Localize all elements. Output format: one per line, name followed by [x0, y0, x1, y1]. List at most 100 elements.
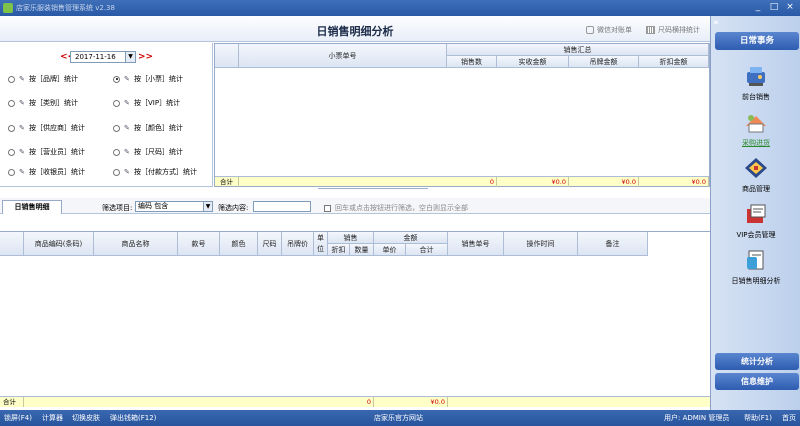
filter-field-select[interactable]: 编码 包含 ▼ — [135, 201, 213, 212]
next-day-button[interactable]: >> — [138, 52, 153, 62]
radio[interactable] — [113, 168, 120, 176]
col-header[interactable]: 实收金额 — [497, 56, 569, 68]
radio[interactable] — [113, 99, 120, 107]
col-header[interactable]: 小票单号 — [239, 44, 447, 68]
col-header[interactable]: 商品编码(条码) — [24, 232, 94, 256]
col-header[interactable]: 备注 — [578, 232, 648, 256]
pen-icon: ✎ — [19, 168, 25, 176]
row-header-corner — [0, 232, 24, 256]
col-header[interactable]: 款号 — [178, 232, 220, 256]
total-discount: ¥0.0 — [639, 177, 709, 187]
detail-grid[interactable]: 商品编码(条码) 商品名称 款号 颜色 尺码 吊牌价 单位 销售 折扣 数量 金… — [0, 231, 710, 411]
col-header[interactable]: 销售数 — [447, 56, 497, 68]
col-header[interactable]: 单价 — [374, 244, 406, 256]
window-title: 店家乐服装销售管理系统 v2.38 — [16, 4, 115, 12]
col-header[interactable]: 数量 — [350, 244, 374, 256]
pos-icon — [747, 67, 765, 86]
pen-icon: ✎ — [124, 124, 130, 132]
col-header[interactable]: 操作时间 — [504, 232, 578, 256]
sidebar-item-product[interactable]: 商品管理 — [713, 155, 799, 199]
col-header[interactable]: 尺码 — [258, 232, 282, 256]
radio[interactable] — [8, 75, 15, 83]
cash-drawer-button[interactable]: 弹出钱箱(F12) — [110, 410, 156, 426]
option-supplier[interactable]: ✎ 按［供应商］统计 — [8, 123, 85, 133]
pen-icon: ✎ — [124, 75, 130, 83]
option-vip[interactable]: ✎ 按［VIP］统计 — [113, 98, 180, 108]
sidebar-item-daily-report[interactable]: 日销售明细分析 — [713, 247, 799, 291]
col-header[interactable]: 吊牌价 — [282, 232, 314, 256]
total-row: 合计 0 ¥0.0 ¥0.0 ¥0.0 — [215, 176, 709, 187]
official-site-link[interactable]: 店家乐官方网站 — [374, 410, 423, 426]
pen-icon: ✎ — [124, 99, 130, 107]
radio[interactable] — [113, 124, 120, 132]
barcode-icon — [646, 26, 655, 34]
sidebar-item-vip[interactable]: VIP会员管理 — [713, 201, 799, 245]
filter-checkbox[interactable] — [324, 204, 331, 212]
detail-total-row: 合计 0 ¥0.0 — [0, 396, 710, 407]
maximize-button[interactable]: □ — [768, 2, 780, 13]
option-brand[interactable]: ✎ 按［品牌］统计 — [8, 74, 78, 84]
option-salesperson[interactable]: ✎ 按［营业员］统计 — [8, 147, 85, 157]
status-bar: 锁屏(F4) 计算器 切换皮肤 弹出钱箱(F12) 店家乐官方网站 用户: AD… — [0, 410, 800, 426]
col-header[interactable]: 单位 — [314, 232, 328, 256]
total-qty: 0 — [350, 397, 374, 407]
col-header[interactable]: 销售单号 — [448, 232, 504, 256]
sidebar-item-purchase[interactable]: 采购进货 — [713, 109, 799, 153]
title-bar: 店家乐服装销售管理系统 v2.38 _ □ × — [0, 0, 800, 16]
pen-icon: ✎ — [19, 75, 25, 83]
filter-content-input[interactable] — [253, 201, 311, 212]
option-category[interactable]: ✎ 按［类别］统计 — [8, 98, 78, 108]
col-group-header: 销售汇总 — [447, 44, 709, 56]
date-picker[interactable]: 2017-11-16 ▼ — [70, 51, 136, 63]
report-icon — [747, 250, 764, 270]
col-header[interactable]: 合计 — [406, 244, 448, 256]
chevron-down-icon: ▼ — [203, 202, 212, 211]
option-ticket[interactable]: ✎ 按［小票］统计 — [113, 74, 183, 84]
total-label: 合计 — [215, 177, 239, 187]
row-header-corner — [215, 44, 239, 68]
col-header[interactable]: 商品名称 — [94, 232, 178, 256]
tab-daily-detail[interactable]: 日销售明细 — [2, 200, 62, 214]
col-header[interactable]: 颜色 — [220, 232, 258, 256]
page-header: 日销售明细分析 微信对账单 尺码横排统计 — [0, 16, 710, 42]
sidebar-item-pos[interactable]: 前台销售 — [713, 63, 799, 107]
size-stat-link[interactable]: 尺码横排统计 — [646, 25, 700, 35]
total-qty: 0 — [447, 177, 497, 187]
sidebar-section-statistics[interactable]: 统计分析 — [715, 353, 799, 370]
radio[interactable] — [113, 148, 120, 156]
purchase-icon — [746, 115, 766, 133]
minimize-button[interactable]: _ — [752, 2, 764, 13]
summary-grid[interactable]: 小票单号 销售汇总 销售数 实收金额 吊牌金额 折扣金额 合计 0 ¥0.0 ¥… — [214, 43, 710, 187]
radio[interactable] — [8, 99, 15, 107]
radio[interactable] — [8, 148, 15, 156]
option-cashier[interactable]: ✎ 按［收银员］统计 — [8, 167, 85, 177]
switch-skin-button[interactable]: 切换皮肤 — [72, 410, 100, 426]
radio[interactable] — [8, 168, 15, 176]
col-group-header: 金额 — [374, 232, 448, 244]
product-icon — [745, 158, 767, 178]
total-amount: ¥0.0 — [406, 397, 448, 407]
option-size[interactable]: ✎ 按［尺码］统计 — [113, 147, 183, 157]
pen-icon: ✎ — [124, 148, 130, 156]
col-group-header: 销售 — [328, 232, 374, 244]
radio[interactable] — [8, 124, 15, 132]
close-button[interactable]: × — [784, 2, 796, 13]
option-color[interactable]: ✎ 按［颜色］统计 — [113, 123, 183, 133]
option-payment[interactable]: ✎ 按［付款方式］统计 — [113, 167, 197, 177]
lock-screen-button[interactable]: 锁屏(F4) — [4, 410, 32, 426]
help-button[interactable]: 帮助(F1) — [744, 410, 772, 426]
current-user: 用户: ADMIN 管理员 — [664, 414, 730, 422]
radio[interactable] — [113, 75, 120, 83]
sidebar-section-maintenance[interactable]: 信息维护 — [715, 373, 799, 390]
wechat-statement-link[interactable]: 微信对账单 — [586, 25, 632, 35]
total-received: ¥0.0 — [497, 177, 569, 187]
collapse-button[interactable]: » — [713, 18, 719, 28]
col-header[interactable]: 吊牌金额 — [569, 56, 639, 68]
col-header[interactable]: 折扣金额 — [639, 56, 709, 68]
home-button[interactable]: 首页 — [782, 410, 796, 426]
sidebar-heading[interactable]: 日常事务 — [715, 32, 799, 50]
col-header[interactable]: 折扣 — [328, 244, 350, 256]
splitter-handle[interactable] — [318, 187, 428, 191]
calculator-button[interactable]: 计算器 — [42, 410, 63, 426]
sidebar: » 日常事务 前台销售 采购进货 商品管理 VIP会员管理 日销售明细分析 统计… — [710, 16, 800, 410]
